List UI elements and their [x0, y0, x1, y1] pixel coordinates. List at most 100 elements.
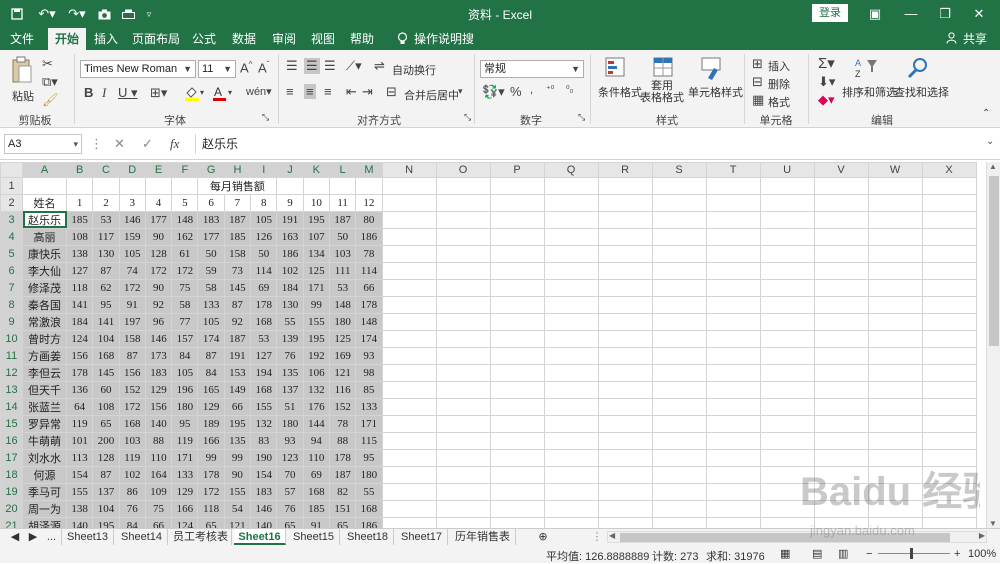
cell[interactable] [118, 176, 146, 195]
cell[interactable] [705, 227, 761, 246]
sheet-tab[interactable]: 员工考核表 [170, 529, 232, 545]
sales-value-cell[interactable]: 177 [197, 227, 225, 246]
number-format-combo[interactable]: 常规 ▼ [480, 60, 584, 78]
sales-value-cell[interactable]: 121 [223, 516, 252, 528]
format-cells-icon[interactable]: ▦ [752, 92, 764, 108]
sales-value-cell[interactable]: 91 [118, 295, 146, 314]
cell[interactable] [543, 431, 599, 450]
column-header-n[interactable]: N [381, 162, 437, 178]
cell[interactable] [705, 482, 761, 501]
horizontal-scroll-thumb[interactable] [620, 533, 950, 542]
cell[interactable] [651, 380, 707, 399]
month-header-cell[interactable]: 9 [276, 193, 304, 212]
row-header[interactable]: 6 [0, 261, 23, 280]
next-sheet-icon[interactable]: ▶ [24, 529, 42, 545]
sales-value-cell[interactable]: 124 [171, 516, 199, 528]
align-middle-icon[interactable]: ☰ [304, 58, 320, 74]
cell[interactable] [813, 363, 869, 382]
cell[interactable] [435, 465, 491, 484]
dialog-launcher-icon[interactable]: ⤡ [262, 112, 269, 123]
column-header-x[interactable]: X [921, 162, 977, 178]
tab-data[interactable]: 数据 [226, 28, 262, 50]
cell[interactable] [543, 176, 599, 195]
cell[interactable] [921, 431, 977, 450]
sales-value-cell[interactable]: 195 [302, 210, 330, 229]
sales-value-cell[interactable]: 55 [355, 482, 383, 501]
cell[interactable] [543, 244, 599, 263]
sales-value-cell[interactable]: 121 [328, 363, 357, 382]
sales-value-cell[interactable]: 110 [144, 448, 173, 467]
sales-value-cell[interactable]: 98 [355, 363, 383, 382]
sales-value-cell[interactable]: 90 [144, 227, 173, 246]
cell[interactable] [759, 329, 815, 348]
cell[interactable] [651, 346, 707, 365]
cell[interactable] [381, 176, 437, 195]
cell[interactable] [597, 329, 653, 348]
scroll-left-icon[interactable]: ◀ [609, 531, 615, 540]
redo-icon[interactable]: ↷▾ [66, 0, 88, 28]
cell[interactable] [813, 482, 869, 501]
sales-value-cell[interactable]: 178 [328, 448, 357, 467]
column-header-h[interactable]: H [223, 162, 252, 178]
cell[interactable] [435, 482, 491, 501]
cell[interactable] [543, 414, 599, 433]
cell[interactable] [543, 346, 599, 365]
cell[interactable] [705, 295, 761, 314]
cell[interactable] [144, 176, 172, 195]
sales-value-cell[interactable]: 187 [223, 329, 252, 348]
sales-value-cell[interactable]: 186 [355, 227, 383, 246]
sales-value-cell[interactable]: 80 [355, 210, 383, 229]
cell[interactable] [921, 482, 977, 501]
cell[interactable] [705, 499, 761, 518]
sales-value-cell[interactable]: 83 [250, 431, 278, 450]
cell[interactable] [759, 261, 815, 280]
sales-value-cell[interactable]: 156 [144, 397, 173, 416]
sales-value-cell[interactable]: 95 [355, 448, 383, 467]
cell[interactable] [813, 261, 869, 280]
cell[interactable] [867, 482, 923, 501]
cell[interactable] [435, 295, 491, 314]
sales-value-cell[interactable]: 70 [276, 465, 304, 484]
cell[interactable] [651, 295, 707, 314]
sheet-tab[interactable]: Sheet14 [116, 529, 168, 545]
cell[interactable] [867, 295, 923, 314]
sales-value-cell[interactable]: 149 [223, 380, 252, 399]
sales-value-cell[interactable]: 174 [197, 329, 225, 348]
sales-value-cell[interactable]: 116 [328, 380, 357, 399]
sales-value-cell[interactable]: 58 [197, 278, 225, 297]
tab-split-icon[interactable]: ⋮ [590, 529, 604, 545]
month-header-cell[interactable] [651, 193, 707, 212]
sales-value-cell[interactable]: 90 [223, 465, 252, 484]
sales-value-cell[interactable]: 187 [223, 210, 252, 229]
sales-value-cell[interactable]: 129 [197, 397, 225, 416]
cell[interactable] [867, 312, 923, 331]
wrap-text-icon[interactable]: ⇌ [374, 58, 385, 74]
cell[interactable] [381, 346, 437, 365]
percent-icon[interactable]: % [510, 84, 522, 99]
employee-name-cell[interactable]: 曾时方 [22, 329, 67, 348]
sales-value-cell[interactable]: 137 [92, 482, 120, 501]
cell[interactable] [381, 210, 437, 229]
sales-value-cell[interactable]: 99 [302, 295, 330, 314]
minimize-icon[interactable]: — [894, 0, 928, 28]
cell[interactable] [705, 244, 761, 263]
sales-value-cell[interactable]: 172 [144, 261, 173, 280]
cell[interactable] [705, 465, 761, 484]
column-header-u[interactable]: U [759, 162, 815, 178]
row-header[interactable]: 11 [0, 346, 23, 365]
employee-name-cell[interactable]: 修泽茂 [22, 278, 67, 297]
italic-icon[interactable]: I [102, 85, 106, 101]
cell[interactable] [921, 329, 977, 348]
find-select-button[interactable]: 查找和选择 [894, 84, 949, 100]
cell[interactable] [651, 210, 707, 229]
month-header-cell[interactable]: 6 [197, 193, 225, 212]
sales-value-cell[interactable]: 168 [118, 414, 146, 433]
chevron-down-icon[interactable]: ▾ [458, 86, 463, 97]
cell[interactable] [435, 261, 491, 280]
employee-name-cell[interactable]: 李大仙 [22, 261, 67, 280]
sales-value-cell[interactable]: 95 [171, 414, 199, 433]
cell[interactable] [543, 261, 599, 280]
cell[interactable] [302, 176, 330, 195]
increase-font-icon[interactable]: A^ [240, 60, 252, 75]
sales-value-cell[interactable]: 137 [276, 380, 304, 399]
